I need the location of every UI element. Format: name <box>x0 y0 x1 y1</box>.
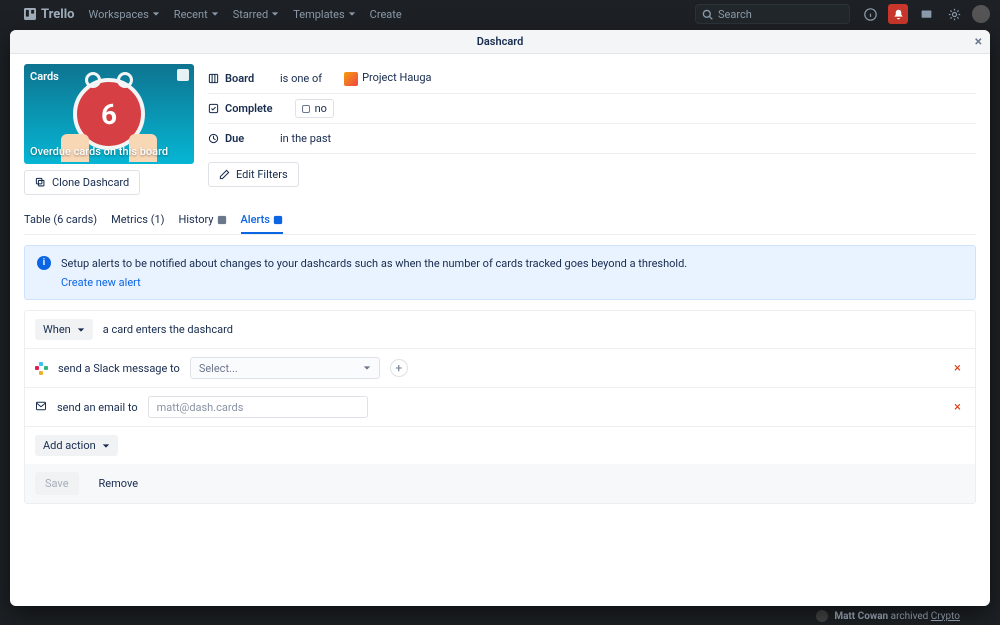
filter-complete-row: Complete no <box>208 94 976 124</box>
complete-value-chip[interactable]: no <box>295 99 334 118</box>
nav-starred[interactable]: Starred <box>233 8 280 21</box>
alerts-info-banner: i Setup alerts to be notified about chan… <box>24 245 976 300</box>
slack-label: send a Slack message to <box>58 362 180 375</box>
create-alert-link[interactable]: Create new alert <box>61 276 141 289</box>
banner-text: Setup alerts to be notified about change… <box>61 257 687 270</box>
trello-logo[interactable]: Trello <box>24 7 75 22</box>
remove-slack-action[interactable]: × <box>950 361 965 376</box>
settings-icon[interactable] <box>944 4 964 24</box>
preview-badge: Cards <box>30 70 59 83</box>
modal-header: Dashcard × <box>10 30 990 54</box>
power-up-icon <box>273 215 283 225</box>
notifications-icon[interactable] <box>888 4 908 24</box>
feed-avatar <box>816 610 828 622</box>
tab-metrics[interactable]: Metrics (1) <box>111 207 164 234</box>
user-avatar[interactable] <box>972 5 990 23</box>
pencil-icon <box>219 169 230 180</box>
tab-alerts[interactable]: Alerts <box>241 207 283 234</box>
filter-due-row: Due in the past <box>208 124 976 154</box>
add-action-dropdown[interactable]: Add action <box>35 435 118 456</box>
save-button[interactable]: Save <box>35 472 79 495</box>
edit-filters-button[interactable]: Edit Filters <box>208 162 299 187</box>
board-relation: is one of <box>280 72 322 85</box>
email-label: send an email to <box>57 401 138 414</box>
copy-icon <box>35 177 46 188</box>
alert-config: When a card enters the dashcard send a S… <box>24 310 976 504</box>
dashcard-preview[interactable]: Cards 6 Overdue cards on this board <box>24 64 194 164</box>
slack-action-row: send a Slack message to Select... + × <box>25 349 975 388</box>
chevron-down-icon <box>77 326 85 334</box>
add-action-row: Add action <box>25 427 975 464</box>
email-action-row: send an email to × <box>25 388 975 427</box>
tab-history[interactable]: History <box>179 207 227 234</box>
filter-board-row: Board is one of Project Hauga <box>208 64 976 94</box>
when-dropdown[interactable]: When <box>35 319 93 340</box>
cover-icon <box>177 69 189 81</box>
email-input[interactable] <box>148 396 368 418</box>
close-icon[interactable]: × <box>975 34 982 50</box>
mail-icon <box>35 400 47 415</box>
slack-channel-select[interactable]: Select... <box>190 357 380 379</box>
board-icon <box>208 73 219 84</box>
search-placeholder: Search <box>718 8 752 21</box>
search-input[interactable]: Search <box>695 4 850 24</box>
due-value: in the past <box>280 132 331 145</box>
modal-title: Dashcard <box>477 35 524 48</box>
clone-dashcard-button[interactable]: Clone Dashcard <box>24 170 140 195</box>
tab-table[interactable]: Table (6 cards) <box>24 207 97 234</box>
brand-text: Trello <box>41 7 75 22</box>
power-up-icon <box>217 215 227 225</box>
background-activity: Matt Cowan archived Crypto <box>0 607 1000 625</box>
project-icon <box>344 72 358 86</box>
chevron-down-icon <box>102 442 110 450</box>
config-footer: Save Remove <box>25 464 975 503</box>
dashcard-modal: Dashcard × Cards 6 Overdue cards on this… <box>10 30 990 606</box>
add-slack-button[interactable]: + <box>390 359 408 377</box>
remove-email-action[interactable]: × <box>950 400 965 415</box>
slack-icon <box>35 362 48 375</box>
search-icon <box>702 9 713 20</box>
tabs: Table (6 cards) Metrics (1) History Aler… <box>24 207 976 235</box>
checkbox-icon <box>208 103 219 114</box>
board-project[interactable]: Project Hauga <box>344 71 431 85</box>
trigger-row: When a card enters the dashcard <box>25 311 975 349</box>
nav-templates[interactable]: Templates <box>293 8 355 21</box>
trello-top-nav: Trello Workspaces Recent Starred Templat… <box>0 0 1000 28</box>
clock-icon <box>208 133 219 144</box>
remove-button[interactable]: Remove <box>89 472 149 495</box>
nav-workspaces[interactable]: Workspaces <box>89 8 160 21</box>
info-icon[interactable] <box>860 4 880 24</box>
nav-create[interactable]: Create <box>370 8 402 21</box>
info-icon: i <box>37 256 51 270</box>
preview-title: Overdue cards on this board <box>30 145 188 158</box>
trigger-text: a card enters the dashcard <box>103 323 233 336</box>
chevron-down-icon <box>363 364 371 372</box>
nav-recent[interactable]: Recent <box>174 8 219 21</box>
theme-icon[interactable] <box>916 4 936 24</box>
